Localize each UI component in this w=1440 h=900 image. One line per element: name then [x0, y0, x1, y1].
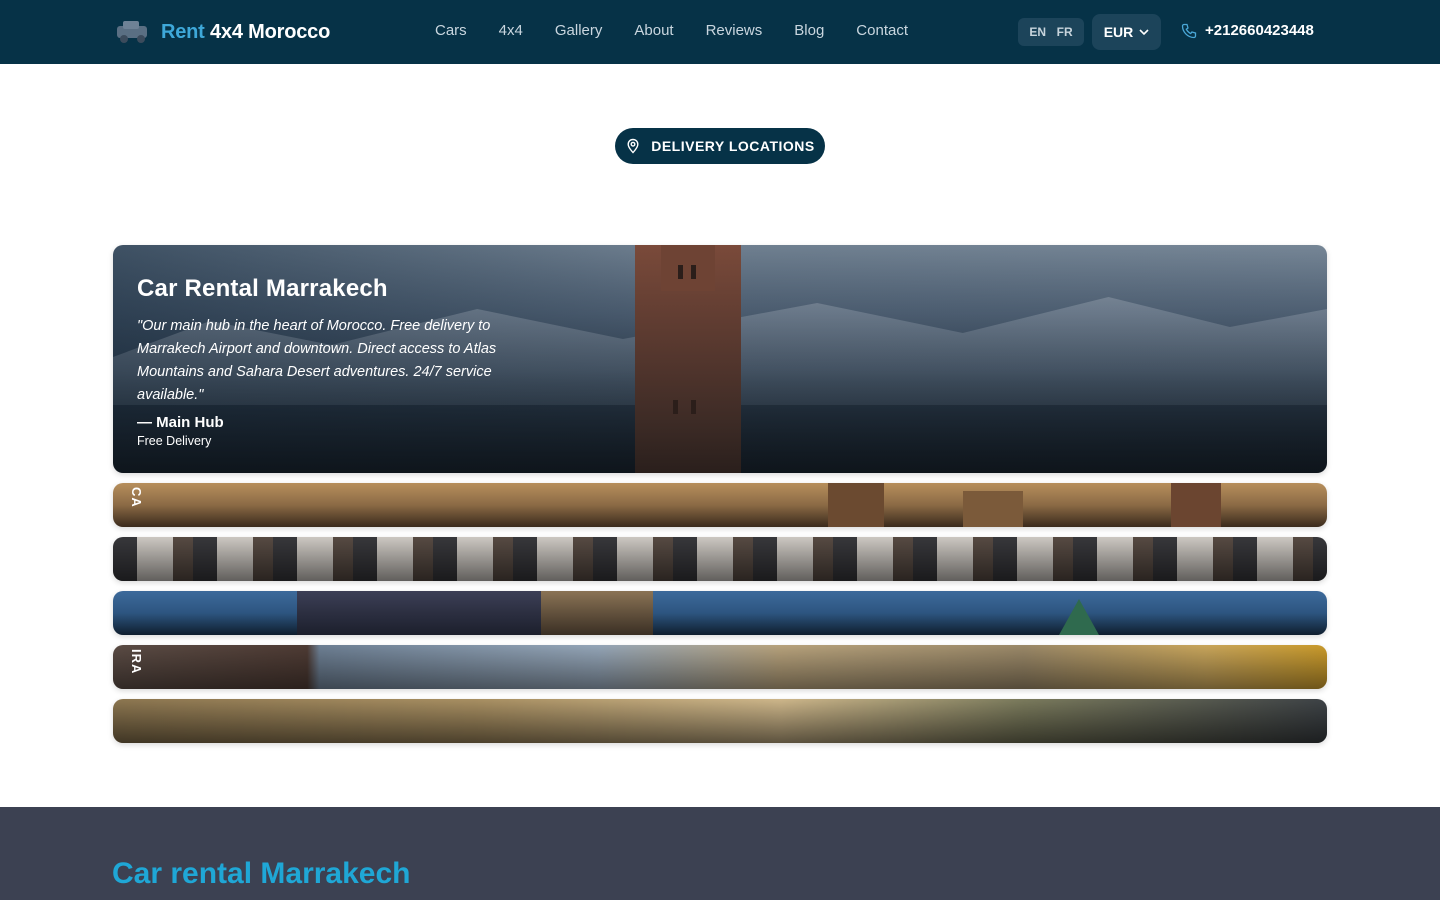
chevron-down-icon — [1139, 29, 1149, 36]
site-header: Rent 4x4 Morocco Cars 4x4 Gallery About … — [0, 0, 1440, 64]
location-pin-icon — [627, 138, 639, 154]
nav-link-cars[interactable]: Cars — [435, 22, 467, 39]
tower-window — [691, 400, 696, 414]
strip-scenery — [1059, 599, 1099, 635]
nav-link-4x4[interactable]: 4x4 — [499, 22, 523, 39]
content-section: Car rental Marrakech — [0, 807, 1440, 900]
strip-scenery — [1171, 483, 1221, 527]
location-strip-3[interactable] — [113, 591, 1327, 635]
nav-link-reviews[interactable]: Reviews — [706, 22, 763, 39]
tower-window — [673, 400, 678, 414]
delivery-locations-badge: DELIVERY LOCATIONS — [615, 128, 825, 164]
lang-fr-button[interactable]: FR — [1057, 25, 1073, 39]
tower-window — [691, 265, 696, 279]
location-quote: "Our main hub in the heart of Morocco. F… — [137, 318, 497, 403]
strip-scenery — [963, 491, 1023, 527]
location-subtitle: Free Delivery — [137, 434, 212, 448]
location-strip-4[interactable]: IRA — [113, 645, 1327, 689]
location-title: Car Rental Marrakech — [137, 275, 388, 302]
nav-link-gallery[interactable]: Gallery — [555, 22, 603, 39]
nav-link-blog[interactable]: Blog — [794, 22, 824, 39]
phone-link[interactable]: +212660423448 — [1181, 22, 1314, 39]
car-icon — [117, 21, 147, 43]
location-strip-5[interactable] — [113, 699, 1327, 743]
location-strip-2[interactable] — [113, 537, 1327, 581]
delivery-locations-label: DELIVERY LOCATIONS — [651, 138, 815, 154]
currency-select[interactable]: EUR — [1092, 14, 1161, 50]
nav-link-contact[interactable]: Contact — [856, 22, 908, 39]
location-author: — Main Hub — [137, 414, 224, 431]
strip-scenery — [297, 591, 541, 635]
brand-logo-link[interactable]: Rent 4x4 Morocco — [115, 18, 330, 46]
brand-name: Rent 4x4 Morocco — [161, 20, 331, 43]
currency-value: EUR — [1103, 24, 1134, 40]
strip-scenery — [828, 483, 884, 527]
phone-icon — [1181, 23, 1197, 38]
lang-en-button[interactable]: EN — [1029, 25, 1046, 39]
nav-link-about[interactable]: About — [634, 22, 673, 39]
location-card-marrakech[interactable]: Car Rental Marrakech "Our main hub in th… — [113, 245, 1327, 473]
tower-window — [678, 265, 683, 279]
section-title: Car rental Marrakech — [112, 857, 411, 890]
phone-number: +212660423448 — [1205, 22, 1314, 39]
strip-label: IRA — [129, 649, 144, 675]
language-switcher: EN FR — [1018, 18, 1084, 46]
tower-top — [661, 245, 715, 291]
main-nav: Cars 4x4 Gallery About Reviews Blog Cont… — [435, 22, 940, 39]
strip-label: CA — [129, 487, 144, 508]
strip-scenery — [541, 591, 653, 635]
location-strip-1[interactable]: CA — [113, 483, 1327, 527]
